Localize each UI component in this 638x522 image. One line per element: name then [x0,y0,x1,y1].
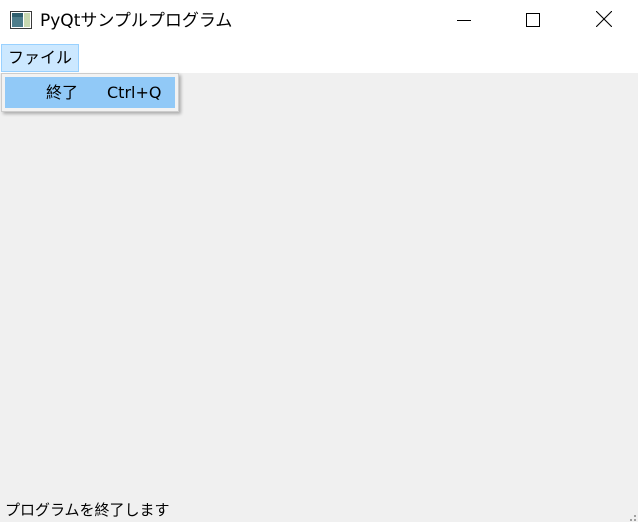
maximize-button[interactable] [510,0,556,42]
size-grip-icon[interactable] [626,510,636,521]
title-bar[interactable]: PyQtサンプルプログラム [0,0,638,42]
application-window: PyQtサンプルプログラム ファイル 終了 Ctrl+Q プログラムを終了します [0,0,638,522]
close-icon [595,10,613,31]
file-menu-dropdown: 終了 Ctrl+Q [1,73,179,112]
minimize-button[interactable] [441,0,487,42]
app-icon [10,11,32,29]
maximize-icon [526,12,540,31]
menu-item-quit-label: 終了 [46,83,79,102]
menu-item-quit[interactable]: 終了 Ctrl+Q [5,77,175,108]
close-button[interactable] [581,0,627,42]
minimize-icon [457,12,471,31]
menu-bar: ファイル [0,42,638,73]
status-bar: プログラムを終了します [0,497,638,522]
menu-file[interactable]: ファイル [1,44,80,72]
status-message: プログラムを終了します [5,501,170,519]
menu-item-quit-shortcut: Ctrl+Q [107,83,162,102]
window-title: PyQtサンプルプログラム [40,11,233,31]
